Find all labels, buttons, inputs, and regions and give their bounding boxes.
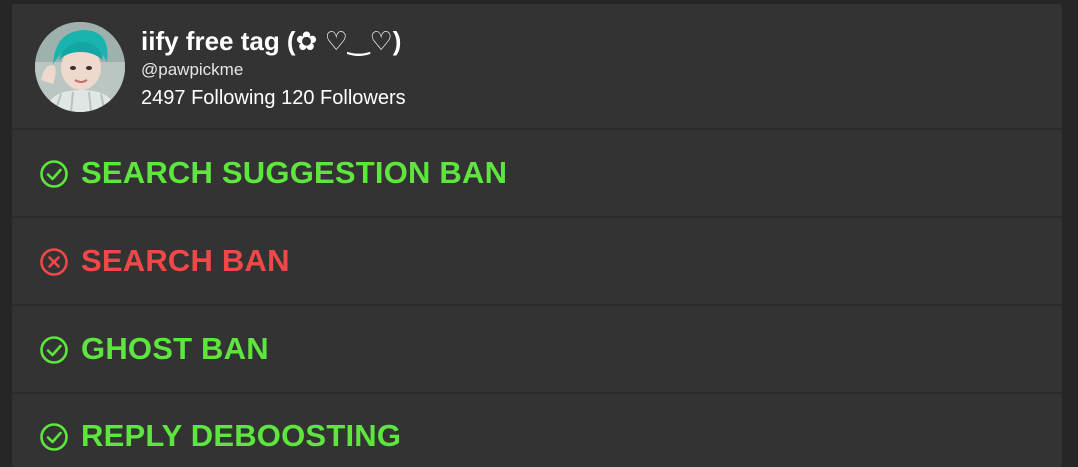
avatar[interactable]: [35, 22, 125, 112]
x-circle-icon: [40, 248, 68, 276]
check-circle-icon: [40, 423, 68, 451]
followers-label: Followers: [320, 87, 406, 109]
check-label: SEARCH BAN: [81, 243, 290, 278]
check-row-search-suggestion-ban: SEARCH SUGGESTION BAN: [12, 130, 1062, 216]
check-circle-icon: [40, 160, 68, 188]
avatar-image: [35, 22, 125, 112]
ban-check-card: iify free tag (✿ ♡‿♡) @pawpickme 2497 Fo…: [12, 4, 1062, 467]
profile-handle[interactable]: @pawpickme: [141, 60, 243, 80]
profile-row: iify free tag (✿ ♡‿♡) @pawpickme 2497 Fo…: [12, 4, 1062, 128]
check-circle-icon: [40, 336, 68, 364]
check-row-search-ban: SEARCH BAN: [12, 218, 1062, 304]
check-row-reply-deboosting: REPLY DEBOOSTING: [12, 394, 1062, 467]
following-label: Following: [191, 87, 276, 109]
profile-name: iify free tag (✿ ♡‿♡): [141, 26, 402, 56]
check-label: REPLY DEBOOSTING: [81, 418, 402, 453]
profile-stats: 2497 Following 120 Followers: [141, 86, 406, 110]
check-row-ghost-ban: GHOST BAN: [12, 306, 1062, 392]
followers-count: 120: [281, 87, 315, 109]
check-label: GHOST BAN: [81, 331, 269, 366]
following-count: 2497: [141, 87, 186, 109]
check-label: SEARCH SUGGESTION BAN: [81, 155, 508, 190]
